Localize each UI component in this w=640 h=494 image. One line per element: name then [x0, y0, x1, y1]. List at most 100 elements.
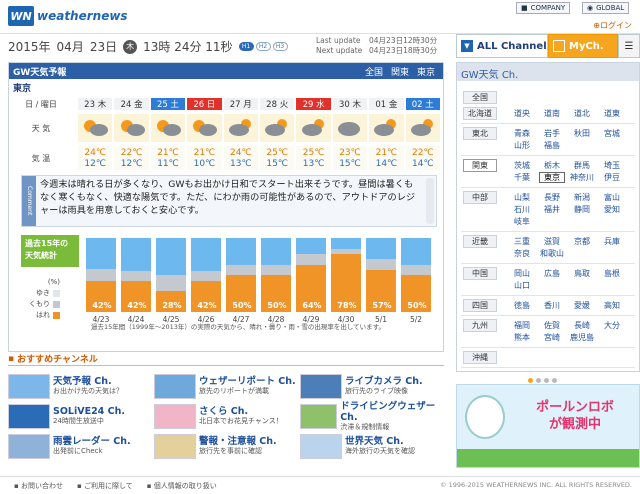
prefecture-link[interactable]: 群馬	[569, 160, 595, 171]
prefecture-link[interactable]: 千葉	[509, 172, 535, 183]
prefecture-link[interactable]: 伊豆	[599, 172, 625, 183]
prefecture-link[interactable]: 高知	[599, 300, 625, 311]
prefecture-link[interactable]: 福井	[539, 204, 565, 215]
clock-time: 13時 24分 11秒	[143, 40, 233, 54]
footer-link-terms[interactable]: ▪ ご利用に際して	[77, 481, 133, 491]
weather-cell	[186, 113, 223, 143]
forecast-grid: 23 木 24℃ 12℃ 24 金 22℃ 12℃ 25 土 21℃ 11℃ 26 日 21℃ 10℃…	[77, 97, 441, 173]
prefecture-link[interactable]: 京都	[569, 236, 595, 247]
channel-menu-button[interactable]: ☰	[618, 34, 640, 58]
all-channel-tab[interactable]: ▼ ALL Channel	[456, 34, 548, 58]
breadcrumb-kanto[interactable]: 関東	[391, 65, 409, 78]
prefecture-link[interactable]: 兵庫	[599, 236, 625, 247]
prefecture-link[interactable]: 福島	[539, 140, 565, 151]
prefecture-link[interactable]: 神奈川	[569, 172, 595, 183]
carousel-dots[interactable]	[528, 378, 557, 383]
region-button[interactable]: 九州	[463, 319, 497, 332]
company-button[interactable]: ■ COMPANY	[516, 2, 571, 14]
prefecture-link[interactable]: 佐賀	[539, 320, 565, 331]
breadcrumb-zenkoku[interactable]: 全国	[365, 65, 383, 78]
prefecture-link[interactable]: 鹿児島	[569, 332, 595, 343]
region-zenkoku[interactable]: 全国	[463, 91, 497, 104]
prefecture-link[interactable]: 岐阜	[509, 216, 535, 227]
weather-cell	[368, 113, 405, 143]
footer-link-contact[interactable]: ▪ お問い合わせ	[14, 481, 63, 491]
prefecture-link[interactable]: 宮城	[599, 128, 625, 139]
region-button[interactable]: 近畿	[463, 235, 497, 248]
heading-size-h1[interactable]: H1	[238, 42, 254, 51]
prefecture-link[interactable]: 鳥取	[569, 268, 595, 279]
prefecture-link[interactable]: 愛知	[599, 204, 625, 215]
prefecture-link[interactable]: 茨城	[509, 160, 535, 171]
region-button[interactable]: 関東	[463, 159, 497, 172]
channel-subtitle: 北日本でお花見チャンス！	[199, 417, 283, 425]
prefecture-link[interactable]: 埼玉	[599, 160, 625, 171]
prefecture-link[interactable]: 熊本	[509, 332, 535, 343]
prefecture-link[interactable]: 東京	[539, 172, 565, 183]
footer-link-privacy[interactable]: ▪ 個人情報の取り扱い	[147, 481, 217, 491]
region-button[interactable]: 中部	[463, 191, 497, 204]
pollen-robot-ad[interactable]: ポールンロボ が観測中	[456, 384, 640, 468]
prefecture-link[interactable]: 大分	[599, 320, 625, 331]
channel-card[interactable]: SOLiVE24 Ch. 24時間生放送中	[8, 402, 150, 430]
sun-cloud-icon	[189, 116, 219, 141]
prefecture-link[interactable]: 青森	[509, 128, 535, 139]
region-button[interactable]: 北海道	[463, 107, 497, 120]
prefecture-link[interactable]: 岡山	[509, 268, 535, 279]
prefecture-link[interactable]: 山口	[509, 280, 535, 291]
robot-image	[465, 395, 505, 439]
comment-scrollbar[interactable]	[426, 178, 434, 224]
prefecture-link[interactable]: 山形	[509, 140, 535, 151]
prefecture-link[interactable]: 秋田	[569, 128, 595, 139]
prefecture-link[interactable]: 和歌山	[539, 248, 565, 259]
prefecture-link[interactable]: 島根	[599, 268, 625, 279]
channel-card[interactable]: 世界天気 Ch. 海外旅行の天気を確認	[300, 432, 442, 460]
prefecture-link[interactable]: 富山	[599, 192, 625, 203]
channel-card[interactable]: 雨雲レーダー Ch. 出発前にCheck	[8, 432, 150, 460]
prefecture-link[interactable]: 静岡	[569, 204, 595, 215]
temp-high: 23℃	[339, 148, 361, 158]
channel-card[interactable]: ウェザーリポート Ch. 旅先のリポートが満載	[154, 372, 296, 400]
prefecture-link[interactable]: 長野	[539, 192, 565, 203]
channel-card[interactable]: ライブカメラ Ch. 旅行先のライブ映像	[300, 372, 442, 400]
my-channel-tab[interactable]: MyCh.	[548, 34, 618, 58]
prefecture-link[interactable]: 愛媛	[569, 300, 595, 311]
global-button[interactable]: ◉ GLOBAL	[582, 2, 630, 14]
region-button[interactable]: 四国	[463, 299, 497, 312]
stat-bar: 50%	[400, 237, 432, 313]
logo[interactable]: WN weathernews	[8, 5, 128, 27]
prefecture-link[interactable]: 奈良	[509, 248, 535, 259]
bar-cloud-segment	[366, 259, 396, 270]
prefecture-link[interactable]: 道央	[509, 108, 535, 119]
prefecture-link[interactable]: 福岡	[509, 320, 535, 331]
channel-card[interactable]: さくら Ch. 北日本でお花見チャンス！	[154, 402, 296, 430]
region-button[interactable]: 中国	[463, 267, 497, 280]
prefecture-link[interactable]: 宮崎	[539, 332, 565, 343]
prefecture-link[interactable]: 山梨	[509, 192, 535, 203]
prefecture-link[interactable]: 道東	[599, 108, 625, 119]
prefecture-link[interactable]: 三重	[509, 236, 535, 247]
channel-card[interactable]: 天気予報 Ch. お出かけ先の天気は？	[8, 372, 150, 400]
prefecture-link[interactable]: 岩手	[539, 128, 565, 139]
breadcrumb-tokyo[interactable]: 東京	[417, 65, 435, 78]
prefecture-link[interactable]: 香川	[539, 300, 565, 311]
prefecture-link[interactable]: 徳島	[509, 300, 535, 311]
prefecture-link[interactable]: 滋賀	[539, 236, 565, 247]
prefecture-link[interactable]: 広島	[539, 268, 565, 279]
heading-size-h2[interactable]: H2	[255, 42, 271, 51]
heading-size-h3[interactable]: H3	[272, 42, 288, 51]
temp-cell: 21℃ 10℃	[186, 145, 223, 171]
channel-card[interactable]: 警報・注意報 Ch. 旅行先を事前に確認	[154, 432, 296, 460]
weather-cell	[259, 113, 296, 143]
prefecture-link[interactable]: 道北	[569, 108, 595, 119]
channel-card[interactable]: ドライビングウェザー Ch. 渋滞＆規制情報	[300, 401, 442, 431]
region-button[interactable]: 東北	[463, 127, 497, 140]
login-link[interactable]: ⊕ログイン	[593, 20, 632, 31]
prefecture-link[interactable]: 新潟	[569, 192, 595, 203]
prefecture-link[interactable]: 栃木	[539, 160, 565, 171]
prefecture-link[interactable]: 長崎	[569, 320, 595, 331]
prefecture-link[interactable]: 石川	[509, 204, 535, 215]
prefecture-link[interactable]: 道南	[539, 108, 565, 119]
weather-stats: 過去15年の天気統計 (%) ゆき くもり はれ 42% 4/23 42% 4/24 2…	[21, 235, 437, 337]
region-button[interactable]: 沖縄	[463, 351, 497, 364]
